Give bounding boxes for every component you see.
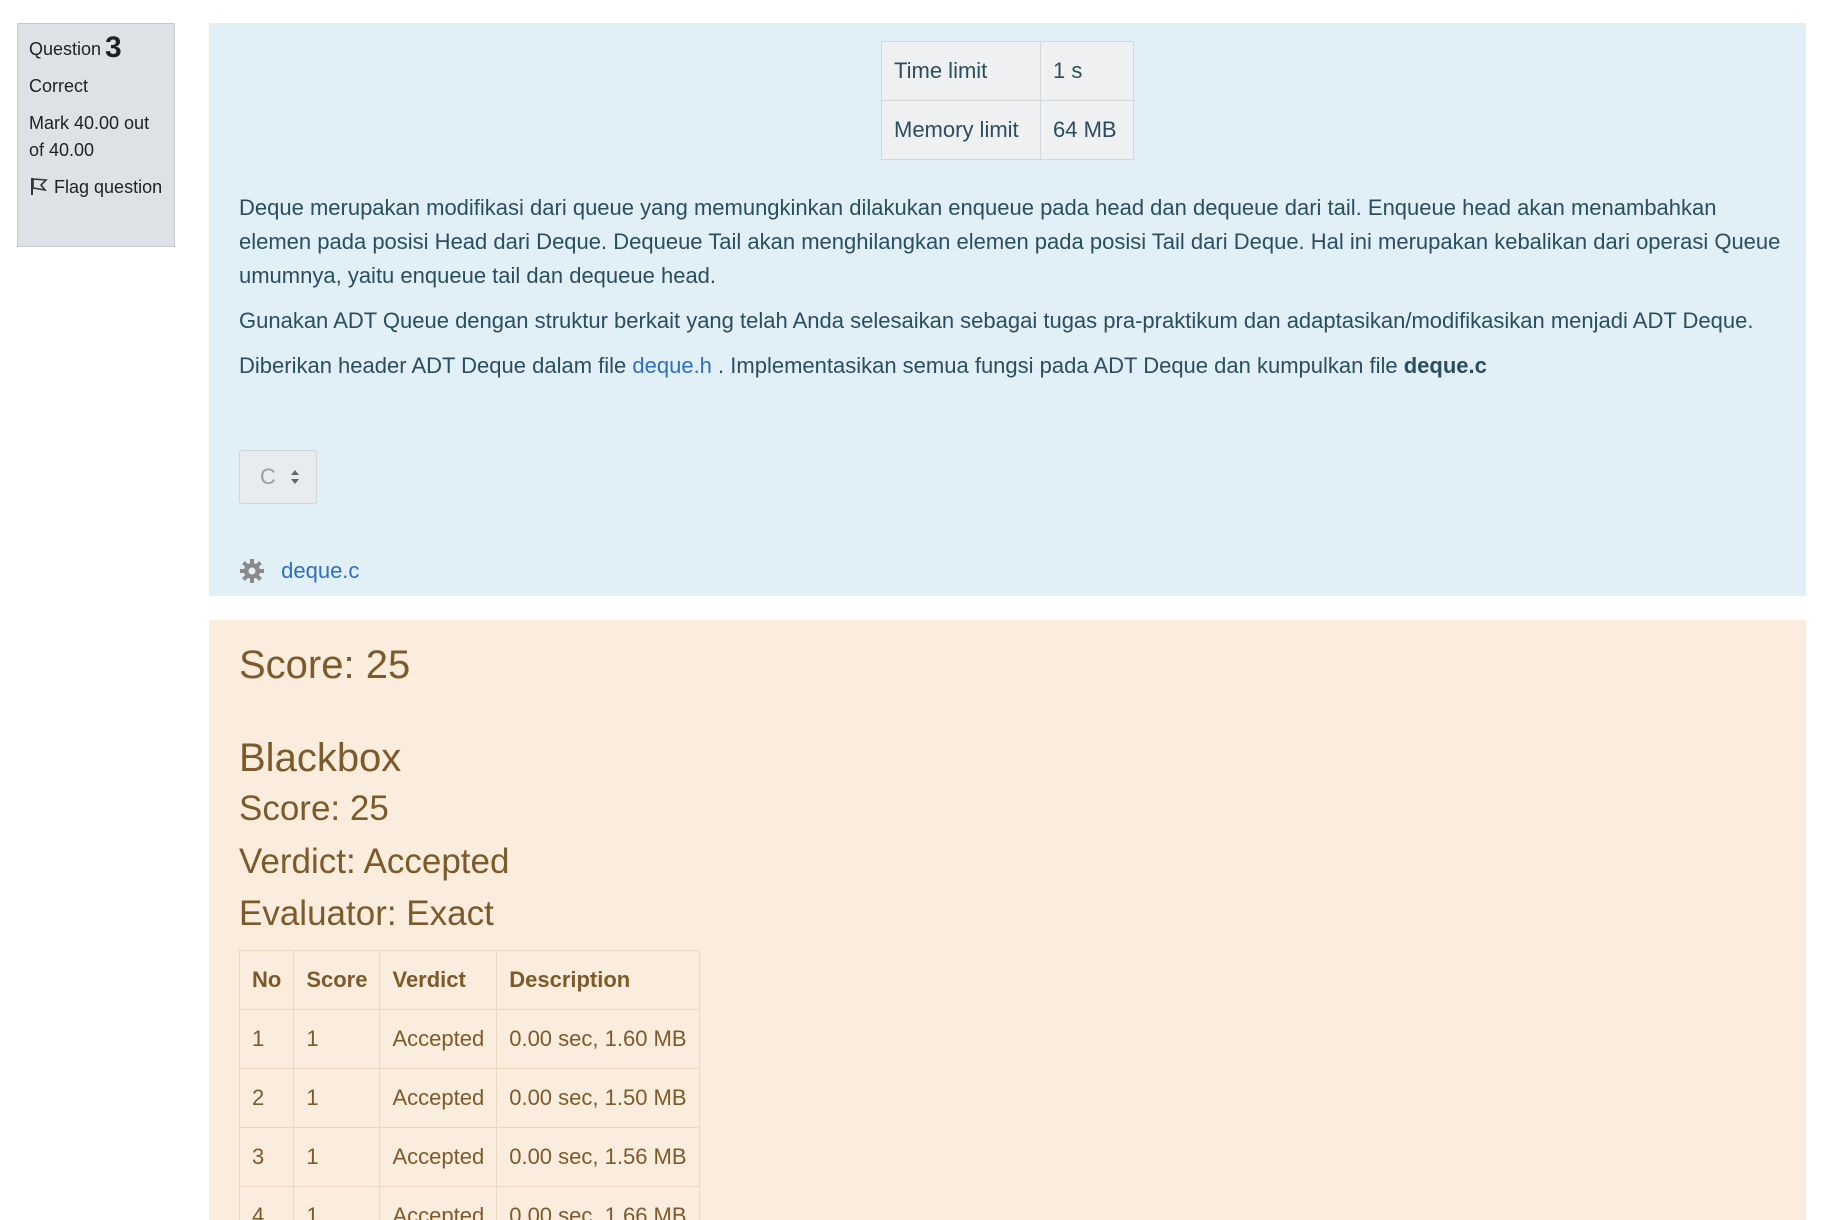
question-label: Question — [29, 39, 102, 59]
language-select[interactable]: C — [239, 450, 317, 504]
table-row: 3 1 Accepted 0.00 sec, 1.56 MB — [238, 1127, 700, 1187]
problem-description: Deque merupakan modifikasi dari queue ya… — [239, 191, 1784, 394]
question-outcome: Score: 25 Blackbox Score: 25 Verdict: Ac… — [209, 620, 1806, 1220]
column-header: No — [238, 950, 295, 1010]
blackbox-verdict: Verdict: Accepted — [239, 842, 510, 881]
gear-icon — [239, 558, 265, 584]
cell-verdict: Accepted — [379, 1009, 498, 1069]
cell-score: 1 — [293, 1127, 381, 1187]
attachment: deque.c — [239, 558, 359, 584]
blackbox-evaluator: Evaluator: Exact — [239, 894, 494, 933]
question-grade: Mark 40.00 out of 40.00 — [29, 113, 150, 160]
limits-row: Time limit 1 s — [881, 41, 1134, 101]
column-header: Description — [496, 950, 700, 1010]
table-row: 4 1 Accepted 0.00 sec, 1.66 MB — [238, 1186, 700, 1220]
description-paragraph: Gunakan ADT Queue dengan struktur berkai… — [239, 308, 1754, 333]
flag-question-label: Flag question — [54, 177, 163, 197]
cell-description: 0.00 sec, 1.60 MB — [496, 1009, 700, 1069]
select-arrows-icon — [291, 470, 299, 484]
cell-score: 1 — [293, 1068, 381, 1128]
limit-value: 1 s — [1040, 41, 1134, 101]
table-row: 1 1 Accepted 0.00 sec, 1.60 MB — [238, 1009, 700, 1069]
limits-row: Memory limit 64 MB — [881, 100, 1134, 160]
limits-table: Time limit 1 s Memory limit 64 MB — [881, 41, 1134, 160]
cell-verdict: Accepted — [379, 1186, 498, 1220]
total-score: Score: 25 — [239, 643, 411, 687]
column-header: Score — [293, 950, 381, 1010]
cell-no: 3 — [238, 1127, 295, 1187]
question-formulation: Time limit 1 s Memory limit 64 MB Deque … — [209, 23, 1806, 596]
cell-score: 1 — [293, 1186, 381, 1220]
table-row: 2 1 Accepted 0.00 sec, 1.50 MB — [238, 1068, 700, 1128]
flag-icon — [29, 176, 49, 196]
blackbox-score: Score: 25 — [239, 789, 389, 828]
deque-c-filename: deque.c — [1403, 353, 1487, 378]
question-number: 3 — [105, 31, 122, 64]
description-text: . Implementasikan semua fungsi pada ADT … — [718, 353, 1398, 378]
limit-value: 64 MB — [1040, 100, 1134, 160]
limit-label: Time limit — [881, 41, 1041, 101]
column-header: Verdict — [379, 950, 498, 1010]
cell-verdict: Accepted — [379, 1127, 498, 1187]
cell-description: 0.00 sec, 1.66 MB — [496, 1186, 700, 1220]
cell-no: 2 — [238, 1068, 295, 1128]
question-info-panel: Question 3 Correct Mark 40.00 out of 40.0… — [17, 23, 175, 247]
flag-question-link[interactable]: Flag question — [29, 174, 163, 201]
cell-no: 4 — [238, 1186, 295, 1220]
description-text: Diberikan header ADT Deque dalam file — [239, 353, 627, 378]
blackbox-title: Blackbox — [239, 736, 402, 780]
cell-no: 1 — [238, 1009, 295, 1069]
results-table: No Score Verdict Description 1 1 Accepte… — [238, 950, 700, 1220]
attachment-link[interactable]: deque.c — [281, 558, 359, 583]
description-paragraph: Diberikan header ADT Deque dalam file de… — [239, 349, 1784, 383]
limit-label: Memory limit — [881, 100, 1041, 160]
question-number-row: Question 3 — [29, 31, 163, 64]
question-state: Correct — [29, 76, 89, 96]
cell-score: 1 — [293, 1009, 381, 1069]
cell-description: 0.00 sec, 1.50 MB — [496, 1068, 700, 1128]
cell-verdict: Accepted — [379, 1068, 498, 1128]
description-paragraph: Deque merupakan modifikasi dari queue ya… — [239, 195, 1781, 288]
language-select-value: C — [260, 464, 276, 489]
table-header-row: No Score Verdict Description — [238, 950, 700, 1010]
deque-h-link[interactable]: deque.h — [632, 353, 712, 378]
cell-description: 0.00 sec, 1.56 MB — [496, 1127, 700, 1187]
